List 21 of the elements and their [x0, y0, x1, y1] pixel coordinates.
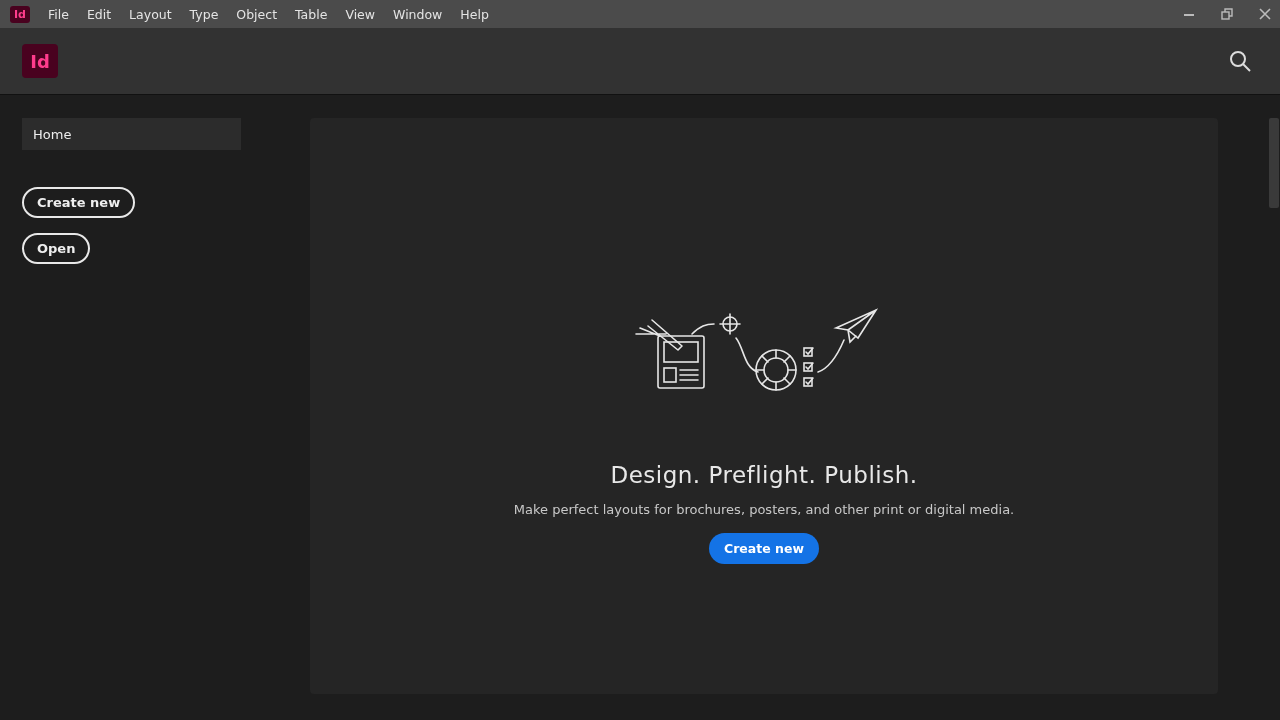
menu-item[interactable]: Help — [460, 6, 489, 22]
menu-item[interactable]: Object — [236, 6, 278, 22]
menu-item[interactable]: View — [345, 6, 376, 22]
menu-item[interactable]: Edit — [86, 6, 112, 22]
create-new-button[interactable]: Create new — [709, 533, 819, 564]
subtitle: Make perfect layouts for brochures, posters, and other print or digital media. — [513, 502, 1015, 517]
search-icon[interactable] — [1228, 49, 1252, 73]
scrollbar[interactable] — [1269, 118, 1279, 208]
menu-item[interactable]: Window — [393, 6, 443, 22]
app-logo: Id — [22, 44, 58, 78]
restore-icon[interactable] — [1220, 7, 1234, 21]
menu-item[interactable]: File — [47, 6, 69, 22]
menu-item[interactable]: Type — [189, 6, 219, 22]
menu-item[interactable]: Table — [295, 6, 328, 22]
sidebar-button[interactable]: Create new — [22, 187, 136, 218]
menu-item[interactable]: Layout — [129, 6, 172, 22]
sidebar-button[interactable]: Open — [22, 233, 91, 264]
app-icon[interactable]: Id — [10, 5, 30, 23]
headline: Design. Preflight. Publish. — [610, 462, 918, 488]
close-icon[interactable] — [1258, 7, 1272, 21]
sidebar-item[interactable]: Home — [22, 118, 241, 150]
